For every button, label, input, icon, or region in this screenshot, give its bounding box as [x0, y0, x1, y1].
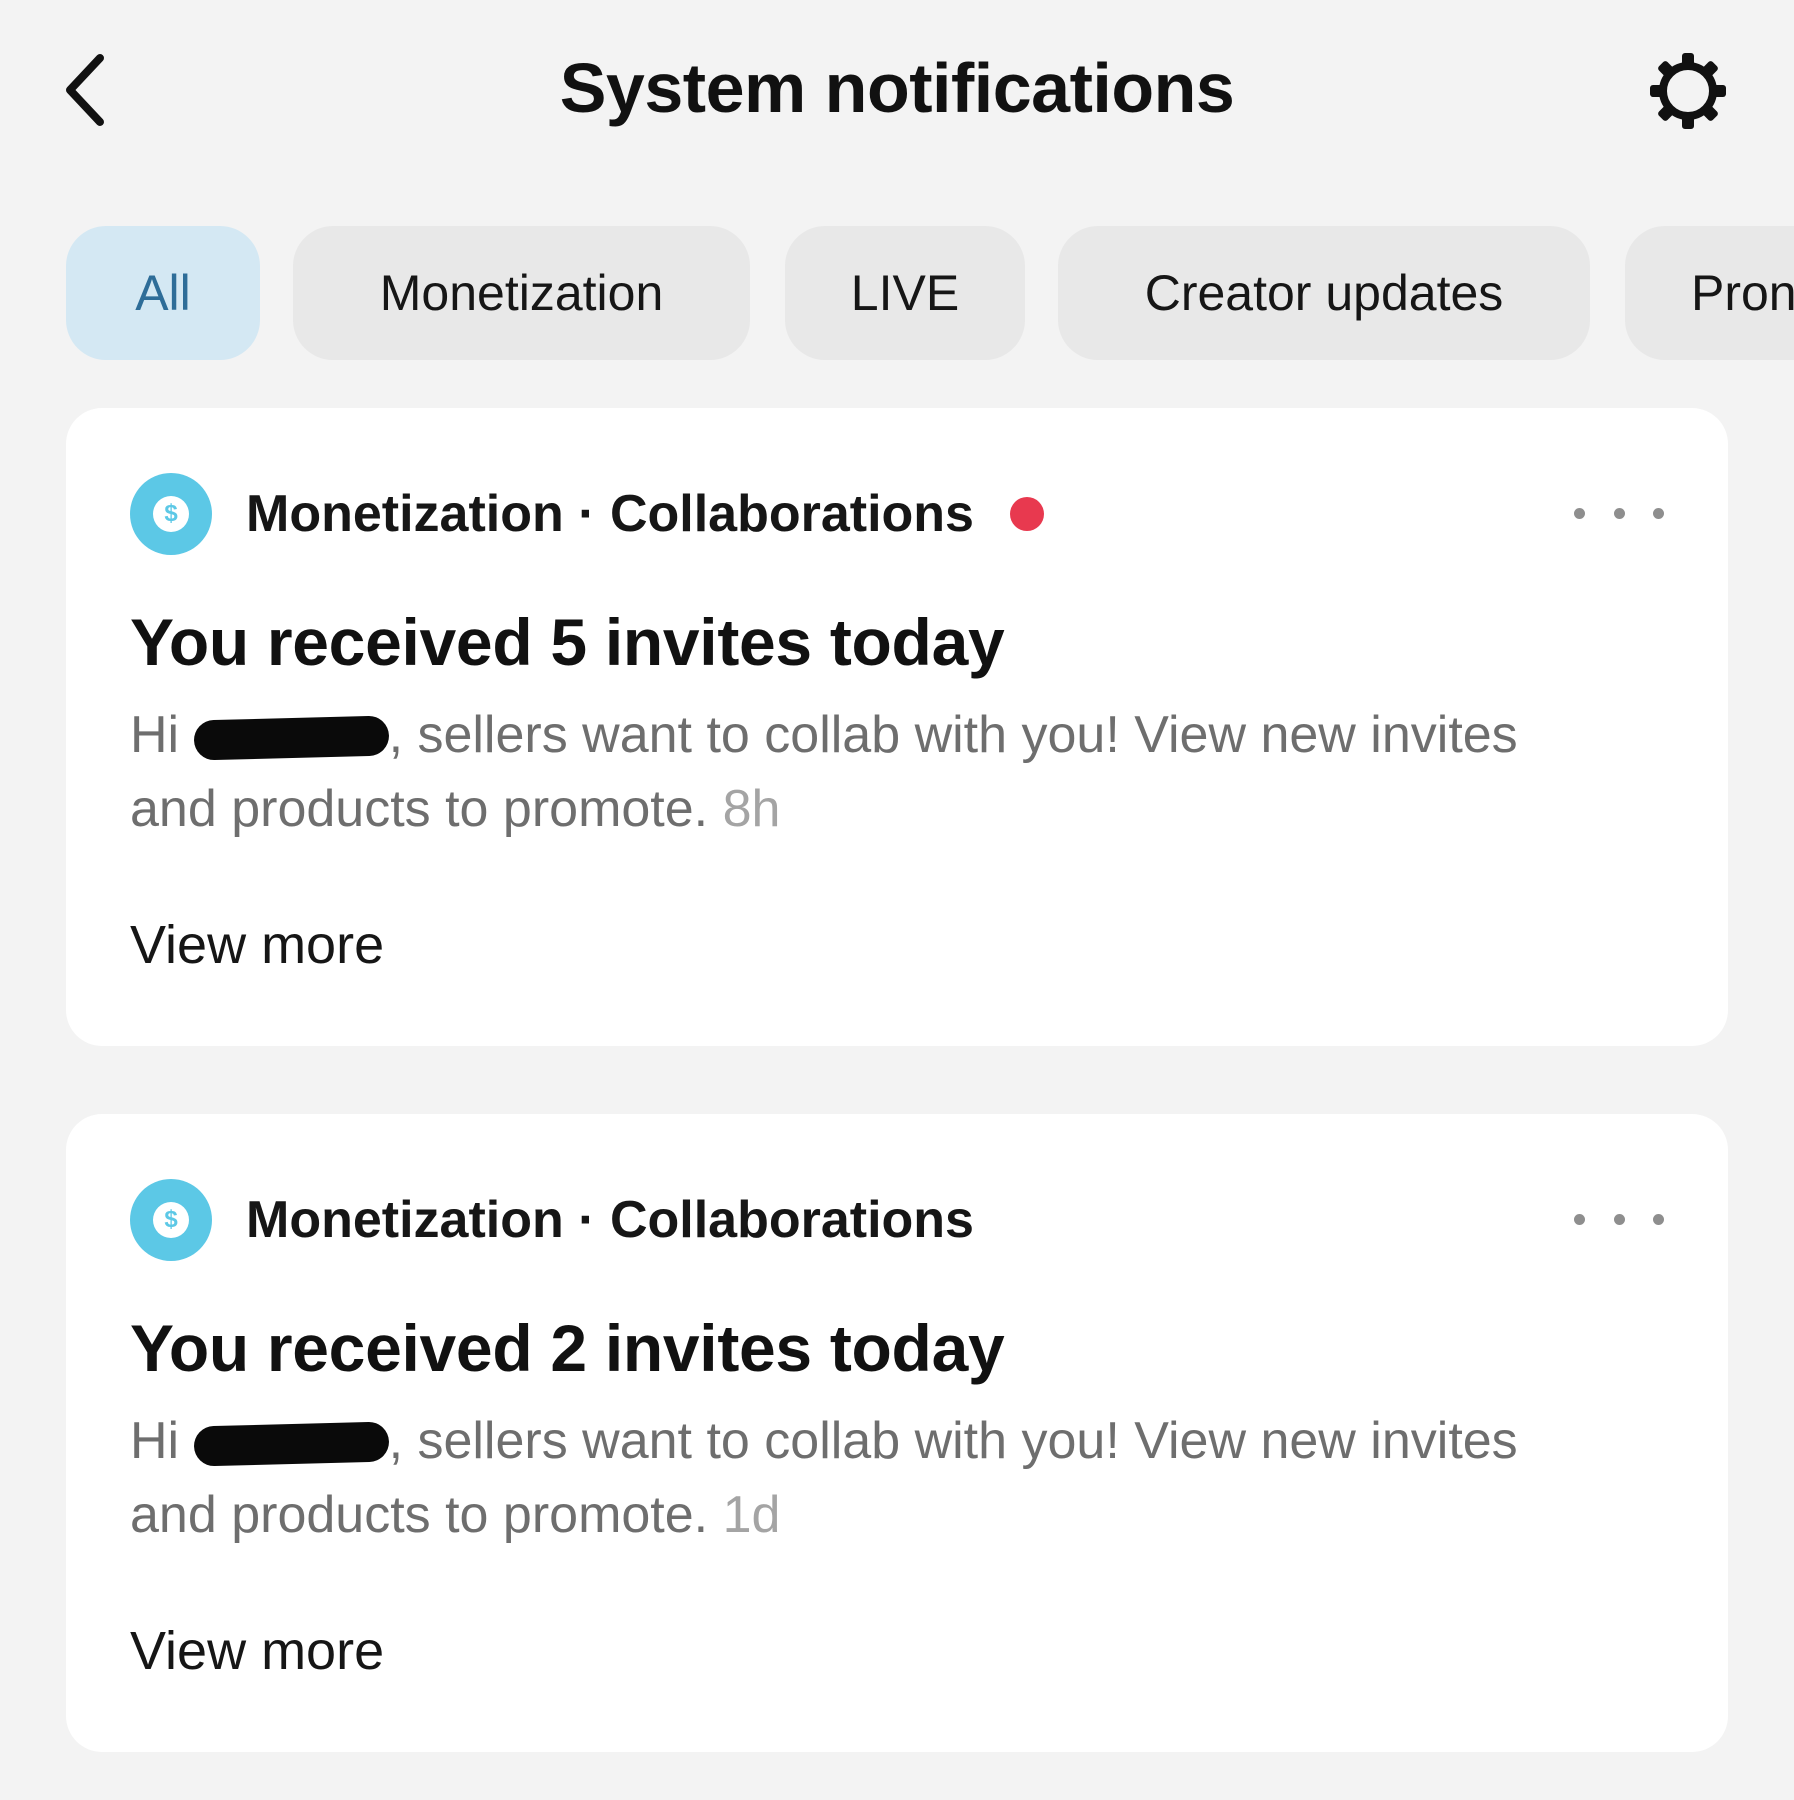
more-options-button[interactable]	[1574, 1194, 1664, 1244]
tab-all[interactable]: All	[66, 226, 260, 360]
notification-title: You received 2 invites today	[130, 1311, 1005, 1385]
notification-header: $ Monetization · Collaborations	[130, 473, 1044, 555]
more-dots-icon	[1574, 1213, 1585, 1225]
notification-category: Monetization · Collaborations	[246, 485, 974, 543]
notification-title: You received 5 invites today	[130, 605, 1005, 679]
notification-body: Hi , sellers want to collab with you! Vi…	[130, 698, 1600, 846]
settings-button[interactable]	[1640, 46, 1736, 136]
redacted-username	[193, 1421, 390, 1467]
tab-monetization[interactable]: Monetization	[293, 226, 750, 360]
view-more-link[interactable]: View more	[130, 914, 384, 976]
tab-creator-updates[interactable]: Creator updates	[1058, 226, 1590, 360]
notification-card[interactable]: $ Monetization · Collaborations You rece…	[66, 408, 1728, 1046]
page-title: System notifications	[559, 49, 1235, 127]
notification-category: Monetization · Collaborations	[246, 1191, 974, 1249]
redacted-username	[193, 715, 390, 761]
view-more-link[interactable]: View more	[130, 1620, 384, 1682]
notification-card[interactable]: $ Monetization · Collaborations You rece…	[66, 1114, 1728, 1752]
notification-time: 1d	[722, 1486, 781, 1544]
tab-live[interactable]: LIVE	[785, 226, 1025, 360]
dollar-icon: $	[130, 473, 212, 555]
unread-indicator	[1009, 497, 1044, 531]
top-bar: System notifications	[0, 0, 1794, 180]
notification-header: $ Monetization · Collaborations	[130, 1179, 974, 1261]
gear-icon	[1650, 53, 1726, 129]
greeting: Hi	[130, 1412, 180, 1470]
tab-promotions[interactable]: Pron	[1625, 226, 1794, 360]
more-dots-icon	[1574, 507, 1585, 519]
greeting: Hi	[130, 706, 180, 764]
dollar-icon: $	[130, 1179, 212, 1261]
more-options-button[interactable]	[1574, 488, 1664, 538]
notification-body: Hi , sellers want to collab with you! Vi…	[130, 1404, 1600, 1552]
notification-time: 8h	[722, 780, 781, 838]
category-tabs: All Monetization LIVE Creator updates Pr…	[0, 226, 1794, 360]
